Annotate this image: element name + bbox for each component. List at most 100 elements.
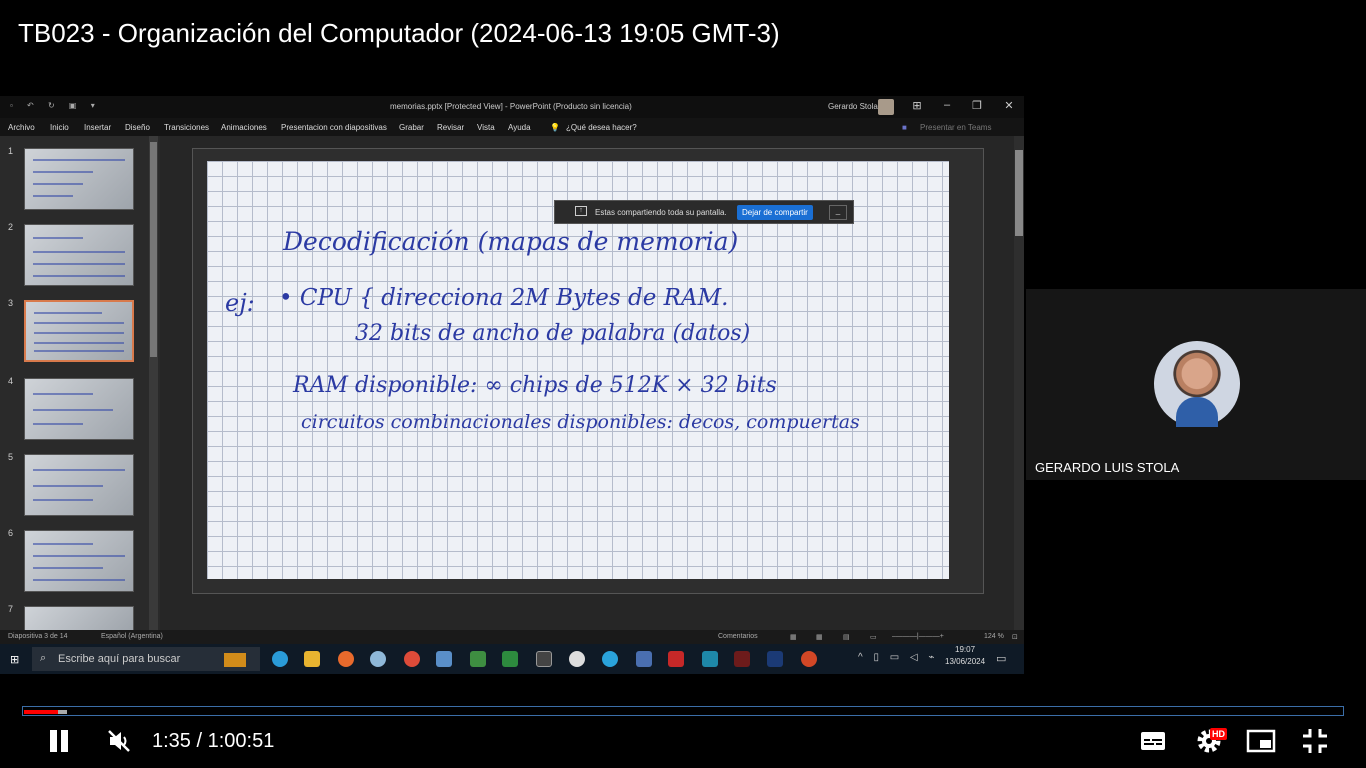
file-explorer-icon[interactable] [304, 651, 320, 667]
windows-taskbar: ⊞ ⌕ Escribe aquí para buscar ^ ▯ ▭ ◁ ⌁ 1… [0, 644, 1024, 674]
video-player[interactable]: TB023 - Organización del Computador (202… [0, 0, 1366, 768]
video-title: TB023 - Organización del Computador (202… [18, 18, 780, 48]
zoom-level[interactable]: 124 % [984, 633, 1004, 640]
telegram-icon[interactable] [602, 651, 618, 667]
shared-screen[interactable]: ▫ ↶ ↻ ▣ ▾ memorias.pptx [Protected View]… [0, 96, 1024, 674]
language-indicator[interactable]: Español (Argentina) [101, 633, 163, 640]
slide-heading: Decodificación (mapas de memoria) [283, 227, 739, 256]
settings-app-icon[interactable] [370, 651, 386, 667]
tray-clock[interactable]: 19:07 13/06/2024 [945, 644, 985, 668]
user-avatar[interactable] [878, 99, 894, 115]
thumbnail-number: 3 [8, 298, 14, 308]
app-icon[interactable] [636, 651, 652, 667]
search-icon: ⌕ [40, 652, 47, 664]
arduino-icon[interactable] [702, 651, 718, 667]
tab-transiciones[interactable]: Transiciones [164, 123, 209, 132]
tab-diseno[interactable]: Diseño [125, 123, 150, 132]
restore-icon[interactable]: ❐ [968, 99, 986, 112]
share-status-text: Estas compartiendo toda su pantalla. [595, 208, 727, 217]
thumbnail-number: 1 [8, 146, 14, 156]
exit-fullscreen-button[interactable] [1300, 726, 1330, 756]
slide-scrollbar[interactable] [1014, 136, 1024, 630]
powerpoint-titlebar: ▫ ↶ ↻ ▣ ▾ memorias.pptx [Protected View]… [0, 96, 1024, 118]
tab-insertar[interactable]: Insertar [84, 123, 111, 132]
subtitles-icon [1141, 732, 1165, 750]
tab-inicio[interactable]: Inicio [50, 123, 69, 132]
app-icon[interactable] [569, 651, 585, 667]
subtitles-button[interactable] [1138, 726, 1168, 756]
tab-revisar[interactable]: Revisar [437, 123, 464, 132]
app-icon[interactable] [536, 651, 552, 667]
tab-ayuda[interactable]: Ayuda [508, 123, 531, 132]
slide-thumbnail-4[interactable] [24, 378, 134, 440]
slide-counter: Diapositiva 3 de 14 [8, 633, 68, 640]
screen-share-banner: ↑ Estas compartiendo toda su pantalla. D… [554, 200, 854, 224]
time-display: 1:35 / 1:00:51 [152, 730, 275, 752]
powerpoint-icon[interactable] [801, 651, 817, 667]
slide-thumbnail-6[interactable] [24, 530, 134, 592]
quick-access-toolbar[interactable]: ▫ ↶ ↻ ▣ ▾ [10, 101, 101, 110]
zoom-slider[interactable]: –———|———+ [892, 633, 944, 640]
slide-thumbnail-7[interactable] [24, 606, 134, 630]
chrome-icon[interactable] [404, 651, 420, 667]
system-tray[interactable]: ^ ▯ ▭ ◁ ⌁ [858, 652, 938, 663]
thumbnail-number: 5 [8, 452, 14, 462]
tab-vista[interactable]: Vista [477, 123, 495, 132]
comments-button[interactable]: Comentarios [718, 633, 758, 640]
slide-thumbnail-2[interactable] [24, 224, 134, 286]
virtualbox-icon[interactable] [436, 651, 452, 667]
window-title: memorias.pptx [Protected View] - PowerPo… [390, 102, 632, 111]
participant-tile: GERARDO LUIS STOLA [1026, 289, 1366, 480]
minimize-banner-button[interactable]: _ [829, 205, 847, 220]
mute-button[interactable] [106, 728, 132, 754]
participant-avatar [1154, 341, 1240, 427]
present-in-teams[interactable]: Presentar en Teams [920, 123, 991, 132]
firefox-icon[interactable] [338, 651, 354, 667]
folder-icon [224, 653, 246, 667]
tell-me-search[interactable]: ¿Qué desea hacer? [566, 123, 637, 132]
slide-line-cpu: • CPU { direcciona 2M Bytes de RAM. [279, 285, 729, 311]
slide-thumbnail-5[interactable] [24, 454, 134, 516]
windows-start-icon[interactable]: ⊞ [10, 653, 19, 666]
ribbon-tabs: Archivo Inicio Insertar Diseño Transicio… [0, 118, 1024, 136]
participant-name: GERARDO LUIS STOLA [1035, 460, 1180, 475]
tab-archivo[interactable]: Archivo [8, 123, 35, 132]
search-placeholder: Escribe aquí para buscar [58, 653, 181, 665]
lightbulb-icon: 💡 [550, 123, 560, 132]
fit-slide-icon[interactable]: ⊡ [1012, 633, 1018, 641]
ribbon-display-icon[interactable]: ⊞ [908, 99, 926, 112]
slide-thumbnail-3[interactable] [24, 300, 134, 362]
reading-view-icon[interactable]: ▤ [843, 633, 850, 641]
tab-grabar[interactable]: Grabar [399, 123, 424, 132]
slide-line-bus: 32 bits de ancho de palabra (datos) [355, 321, 751, 346]
progress-bar[interactable] [22, 706, 1344, 716]
taskbar-search[interactable]: ⌕ Escribe aquí para buscar [32, 647, 260, 671]
powershell-icon[interactable] [767, 651, 783, 667]
miniplayer-button[interactable] [1246, 726, 1276, 756]
thumbnail-number: 6 [8, 528, 14, 538]
stop-sharing-button[interactable]: Dejar de compartir [737, 205, 813, 220]
minimize-icon[interactable]: – [938, 99, 956, 111]
app-icon[interactable] [470, 651, 486, 667]
app-icon[interactable] [734, 651, 750, 667]
clock-date: 13/06/2024 [945, 657, 986, 666]
notifications-icon[interactable]: ▭ [996, 652, 1006, 665]
exit-fullscreen-icon [1303, 729, 1327, 753]
thumbnail-number: 2 [8, 222, 14, 232]
tab-presentacion[interactable]: Presentacion con diapositivas [281, 123, 387, 132]
thumbnail-scrollbar[interactable] [149, 136, 158, 630]
tab-animaciones[interactable]: Animaciones [221, 123, 267, 132]
edge-icon[interactable] [272, 651, 288, 667]
filezilla-icon[interactable] [668, 651, 684, 667]
slide-thumbnails-pane[interactable]: 1 2 3 4 5 6 7 [0, 136, 160, 630]
pause-button[interactable] [48, 730, 70, 752]
volume-muted-icon [108, 730, 130, 752]
app-icon[interactable] [502, 651, 518, 667]
normal-view-icon[interactable]: ▦ [790, 633, 797, 641]
powerpoint-workspace: 1 2 3 4 5 6 7 Decodificación (mapas de m… [0, 136, 1024, 630]
hd-badge: HD [1210, 728, 1227, 740]
slide-thumbnail-1[interactable] [24, 148, 134, 210]
close-icon[interactable]: ✕ [1000, 99, 1018, 112]
slide-sorter-icon[interactable]: ▦ [816, 633, 823, 641]
slideshow-icon[interactable]: ▭ [870, 633, 877, 641]
